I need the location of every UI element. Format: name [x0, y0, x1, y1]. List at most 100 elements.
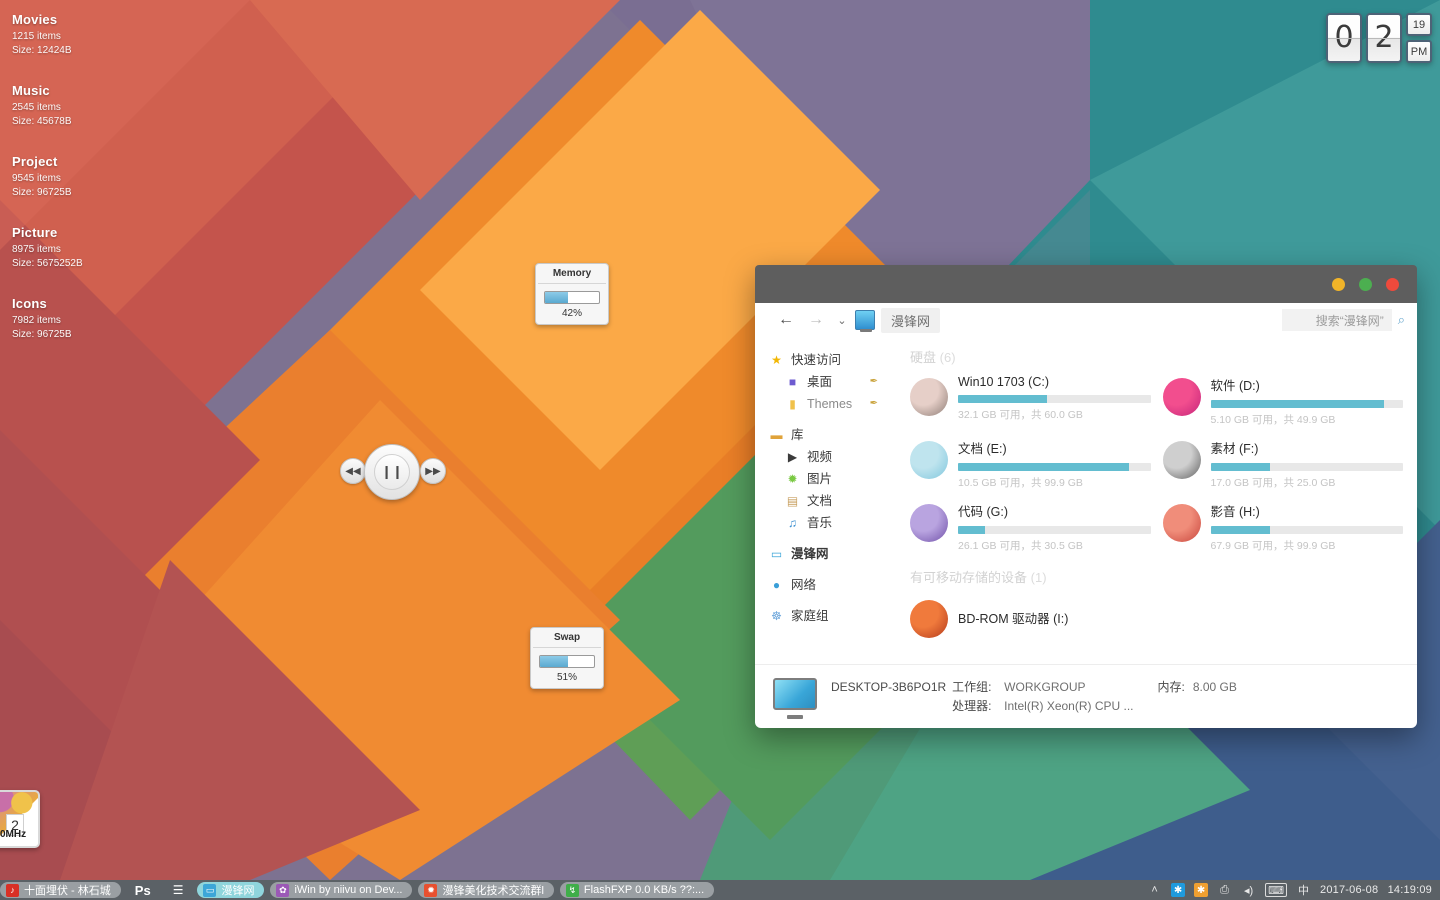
flashfxp-icon: ↯ — [565, 883, 579, 897]
swap-gauge-value: 51% — [556, 672, 577, 683]
taskbar-clock[interactable]: 2017-06-08 14:19:09 — [1320, 884, 1432, 896]
file-explorer-window[interactable]: ← → ⌄ 漫锋网 ⌕ ★ 快速访问 ■ 桌面 ✒ — [755, 265, 1417, 728]
search-area[interactable]: ⌕ — [1281, 309, 1405, 331]
keyboard-icon[interactable]: ⌨ — [1265, 883, 1288, 897]
drive-free-space: 67.9 GB 可用，共 99.9 GB — [1210, 540, 1336, 552]
taskbar-item-qq-group[interactable]: ✹ 漫锋美化技术交流群l — [418, 882, 554, 898]
cpu-frequency-widget[interactable]: 2 0MHz — [0, 790, 40, 848]
next-icon: ▶▶ — [425, 465, 441, 477]
cpu-frequency-label: 0MHz — [0, 829, 27, 840]
ime-mode-icon[interactable]: 中 — [1296, 883, 1311, 897]
drive-name: 代码 (G:) — [958, 505, 1008, 519]
drive-thumbnail — [910, 378, 948, 416]
drive-name: 软件 (D:) — [1210, 379, 1260, 393]
monitor-stand — [787, 714, 803, 719]
tray-app-icon-1[interactable]: ✱ — [1171, 883, 1186, 897]
taskbar-item-photoshop[interactable]: Ps — [127, 882, 159, 898]
close-button-icon[interactable] — [1386, 277, 1399, 291]
sidebar-item-homegroup[interactable]: ☸ 家庭组 — [769, 605, 890, 627]
taskbar-item-label: FlashFXP 0.0 KB/s ??:... — [583, 884, 705, 896]
explorer-titlebar[interactable] — [755, 265, 1417, 303]
folder-stat-items: 9545 items — [12, 173, 61, 184]
chevron-down-icon[interactable]: ⌄ — [831, 307, 853, 333]
network-icon[interactable]: ⎙ — [1217, 883, 1232, 897]
memory-gauge-bar — [544, 291, 600, 304]
play-pause-button[interactable]: ❙❙ — [364, 444, 420, 500]
pictures-icon: ✹ — [787, 472, 798, 486]
clock-side-group: 19 PM — [1406, 13, 1432, 63]
search-input[interactable] — [1281, 309, 1392, 331]
taskbar[interactable]: ♪ 十面埋伏 - 林石城 Ps ☰ ▭ 漫锋网 ✿ iWin by niivu … — [0, 880, 1440, 900]
maximize-button-icon[interactable] — [1359, 277, 1372, 291]
sidebar-item-libraries[interactable]: ▬ 库 — [769, 424, 890, 446]
homegroup-icon: ☸ — [771, 609, 782, 623]
sidebar-item-desktop[interactable]: ■ 桌面 ✒ — [769, 371, 890, 393]
sidebar-item-pictures[interactable]: ✹ 图片 — [769, 468, 890, 490]
memory-label: 内存: — [1157, 679, 1185, 694]
pause-icon-wrap: ❙❙ — [374, 454, 410, 490]
breadcrumb[interactable]: 漫锋网 — [881, 307, 941, 333]
taskbar-item-iwin[interactable]: ✿ iWin by niivu on Dev... — [270, 882, 413, 898]
computer-icon — [773, 677, 817, 719]
explorer-body: ← → ⌄ 漫锋网 ⌕ ★ 快速访问 ■ 桌面 ✒ — [755, 303, 1417, 728]
taskbar-date: 2017-06-08 — [1320, 884, 1379, 896]
search-icon[interactable]: ⌕ — [1398, 312, 1405, 328]
pin-icon[interactable]: ✒ — [870, 393, 878, 415]
music-note-icon: ♫ — [788, 516, 797, 530]
status-details: DESKTOP-3B6PO1R 工作组: WORKGROUP 内存: 8.00 … — [831, 678, 1237, 716]
sidebar-item-network[interactable]: ● 网络 — [769, 574, 890, 596]
desktop-clock-widget[interactable]: 0 2 19 PM — [1326, 13, 1432, 63]
taskbar-item-editor[interactable]: ☰ — [165, 882, 192, 898]
drive-item[interactable]: 素材 (F:) 17.0 GB 可用，共 25.0 GB — [1162, 437, 1403, 490]
navigation-pane[interactable]: ★ 快速访问 ■ 桌面 ✒ ▮ Themes ✒ ▬ 库 ▶ 视频 ✹ 图片 ▤… — [755, 337, 890, 664]
drive-item[interactable]: Win10 1703 (C:) 32.1 GB 可用，共 60.0 GB — [910, 374, 1151, 427]
drive-item[interactable]: 软件 (D:) 5.10 GB 可用，共 49.9 GB — [1162, 374, 1403, 427]
taskbar-item-music-player[interactable]: ♪ 十面埋伏 - 林石城 — [0, 882, 121, 898]
cpu-value: Intel(R) Xeon(R) CPU ... — [1004, 698, 1134, 713]
drive-item[interactable]: 代码 (G:) 26.1 GB 可用，共 30.5 GB — [910, 500, 1151, 553]
folder-stat-item: Music 2545 items Size: 45678B — [12, 83, 83, 129]
media-player-widget[interactable]: ◀◀ ❙❙ ▶▶ — [340, 444, 446, 500]
previous-track-button[interactable]: ◀◀ — [340, 458, 366, 484]
taskbar-item-flashfxp[interactable]: ↯ FlashFXP 0.0 KB/s ??:... — [559, 882, 715, 898]
drive-name: 影音 (H:) — [1210, 505, 1260, 519]
back-arrow-icon[interactable]: ← — [771, 307, 801, 333]
tray-app-icon-2[interactable]: ✱ — [1194, 883, 1209, 897]
drive-info: 软件 (D:) 5.10 GB 可用，共 49.9 GB — [1210, 374, 1403, 427]
folder-stat-items: 7982 items — [12, 315, 61, 326]
folder-stat-title: Project — [12, 154, 58, 169]
sidebar-item-quick-access[interactable]: ★ 快速访问 — [769, 349, 890, 371]
taskbar-item-explorer[interactable]: ▭ 漫锋网 — [197, 882, 265, 898]
drive-info: Win10 1703 (C:) 32.1 GB 可用，共 60.0 GB — [958, 374, 1151, 422]
sidebar-item-themes[interactable]: ▮ Themes ✒ — [769, 393, 890, 415]
star-icon: ★ — [771, 353, 782, 367]
folder-stat-size: Size: 12424B — [12, 45, 72, 56]
sidebar-item-label: 漫锋网 — [791, 547, 829, 561]
pin-icon[interactable]: ✒ — [870, 371, 878, 393]
drives-grid: Win10 1703 (C:) 32.1 GB 可用，共 60.0 GB 软件 … — [910, 374, 1403, 553]
forward-arrow-icon[interactable]: → — [801, 307, 831, 333]
drive-free-space: 10.5 GB 可用，共 99.9 GB — [958, 477, 1083, 489]
themes-folder-icon: ▮ — [789, 397, 796, 411]
volume-icon[interactable]: ◂) — [1241, 883, 1256, 897]
swap-gauge-widget[interactable]: Swap 51% — [530, 627, 604, 689]
sidebar-item-documents[interactable]: ▤ 文档 — [769, 490, 890, 512]
drive-name: 文档 (E:) — [958, 442, 1007, 456]
drive-free-space: 32.1 GB 可用，共 60.0 GB — [958, 409, 1083, 421]
drive-thumbnail — [1162, 378, 1201, 416]
monitor-screen — [773, 677, 817, 710]
sidebar-item-music[interactable]: ♫ 音乐 — [769, 512, 890, 534]
content-pane[interactable]: 硬盘 (6) Win10 1703 (C:) 32.1 GB 可用，共 60.0… — [890, 337, 1417, 664]
drive-item[interactable]: 文档 (E:) 10.5 GB 可用，共 99.9 GB — [910, 437, 1151, 490]
minimize-button-icon[interactable] — [1332, 277, 1345, 291]
sidebar-item-videos[interactable]: ▶ 视频 — [769, 446, 890, 468]
tray-expand-chevron-icon[interactable]: ˄ — [1147, 883, 1162, 897]
next-track-button[interactable]: ▶▶ — [420, 458, 446, 484]
memory-gauge-widget[interactable]: Memory 42% — [535, 263, 609, 325]
status-line-workgroup: DESKTOP-3B6PO1R 工作组: WORKGROUP 内存: 8.00 … — [831, 678, 1237, 697]
swap-gauge-bar — [539, 655, 595, 668]
drive-item[interactable]: 影音 (H:) 67.9 GB 可用，共 99.9 GB — [1162, 500, 1403, 553]
system-tray[interactable]: ˄ ✱ ✱ ⎙ ◂) ⌨ 中 2017-06-08 14:19:09 — [1147, 883, 1440, 897]
removable-item[interactable]: BD-ROM 驱动器 (I:) — [910, 596, 1403, 638]
sidebar-item-this-pc[interactable]: ▭ 漫锋网 — [769, 543, 890, 565]
